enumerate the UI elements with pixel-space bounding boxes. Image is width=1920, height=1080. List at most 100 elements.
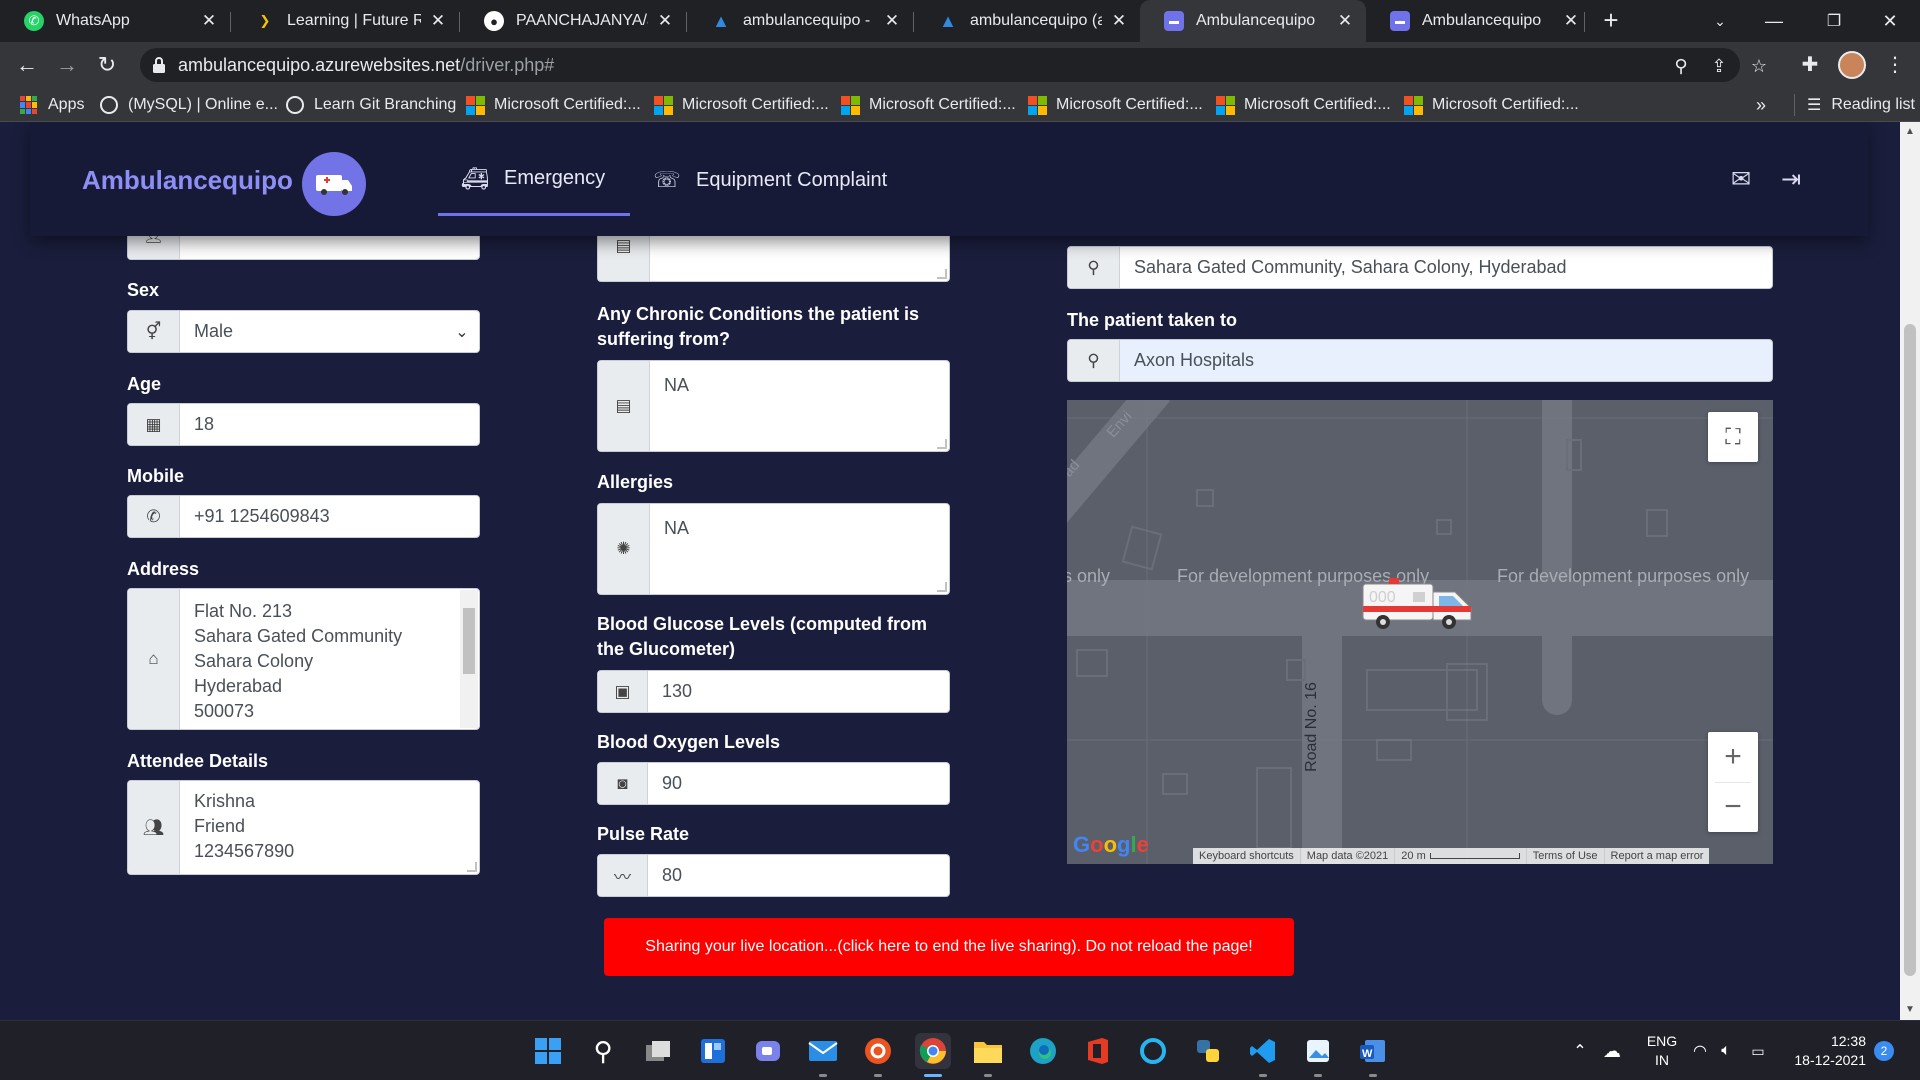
keyboard-shortcuts-link[interactable]: Keyboard shortcuts [1193, 848, 1300, 864]
hospital-field[interactable]: ⚲ Axon Hospitals [1067, 339, 1773, 382]
bookmark-mysql[interactable]: (MySQL) | Online e... [100, 94, 278, 116]
nav-tab-equipment-complaint[interactable]: ☏ Equipment Complaint [652, 144, 887, 216]
vscode-icon[interactable] [1245, 1033, 1281, 1077]
scroll-down-arrow[interactable]: ▼ [1904, 1004, 1916, 1016]
glucose-field[interactable]: ▣ 130 [597, 670, 950, 713]
sex-select[interactable]: ⚥ Male ⌄ [127, 310, 480, 353]
browser-tab-3[interactable]: ▲ ambulancequipo - Mi ✕ [687, 0, 913, 42]
browser-tab-5-active[interactable]: ▬ Ambulancequipo ✕ [1140, 0, 1366, 42]
close-icon[interactable]: ✕ [883, 11, 901, 31]
browser-tab-1[interactable]: ❯ Learning | Future Rea ✕ [231, 0, 459, 42]
language-indicator[interactable]: ENG IN [1640, 1021, 1684, 1080]
chrome-icon[interactable] [915, 1033, 951, 1077]
chronic-conditions-textarea[interactable]: ▤ NA [597, 360, 950, 452]
reading-list-button[interactable]: ☰ Reading list [1794, 94, 1915, 116]
notification-badge[interactable]: 2 [1874, 1041, 1894, 1061]
teams-chat-icon[interactable] [750, 1033, 786, 1069]
page-scrollbar[interactable]: ▲ ▼ [1900, 122, 1920, 1020]
bookmark-ms-cert-1[interactable]: Microsoft Certified:... [466, 94, 641, 116]
tab-search-icon[interactable]: ⌄ [1690, 0, 1750, 42]
search-icon[interactable]: ⚲ [585, 1033, 621, 1069]
pulse-field[interactable]: 〰 80 [597, 854, 950, 897]
minimize-button[interactable]: — [1744, 0, 1804, 42]
map-scale[interactable]: 20 m [1394, 848, 1525, 864]
ambulance-marker-icon[interactable]: 000 [1361, 576, 1475, 632]
photos-icon[interactable] [1300, 1033, 1336, 1077]
close-icon[interactable]: ✕ [1336, 11, 1354, 31]
ubuntu-icon[interactable] [860, 1033, 896, 1077]
scroll-up-arrow[interactable]: ▲ [1904, 126, 1916, 138]
task-view-icon[interactable] [640, 1033, 676, 1069]
windows-start-icon[interactable] [530, 1033, 566, 1069]
nav-tab-emergency[interactable]: 🚑︎ Emergency [438, 144, 630, 216]
oxygen-field[interactable]: ◙ 90 [597, 762, 950, 805]
close-icon[interactable]: ✕ [656, 11, 674, 31]
location-pin-icon[interactable]: ⚲ [1670, 55, 1692, 77]
edge-icon[interactable] [1025, 1033, 1061, 1069]
fullscreen-button[interactable]: ⛶ [1708, 412, 1758, 462]
extensions-icon[interactable]: ✚ [1795, 50, 1825, 80]
wifi-icon[interactable]: ◠ [1688, 1021, 1712, 1080]
clock[interactable]: 12:38 18-12-2021 [1786, 1021, 1866, 1080]
close-icon[interactable]: ✕ [200, 11, 218, 31]
close-icon[interactable]: ✕ [429, 11, 447, 31]
google-logo[interactable]: Google [1073, 832, 1149, 858]
live-location-map[interactable]: s only For development purposes only For… [1067, 400, 1773, 864]
profile-avatar[interactable] [1838, 51, 1866, 79]
clock-date: 18-12-2021 [1794, 1052, 1866, 1068]
address-textarea[interactable]: ⌂ Flat No. 213 Sahara Gated Community Sa… [127, 588, 480, 730]
mobile-field[interactable]: ✆ +91 1254609843 [127, 495, 480, 538]
back-button[interactable]: ← [12, 50, 42, 80]
file-explorer-icon[interactable] [970, 1033, 1006, 1077]
zoom-in-button[interactable]: + [1724, 732, 1742, 782]
close-icon[interactable]: ✕ [1110, 11, 1128, 31]
share-icon[interactable]: ⇪ [1708, 55, 1730, 77]
browser-tab-4[interactable]: ▲ ambulancequipo (am ✕ [914, 0, 1140, 42]
address-bar[interactable]: ambulancequipo.azurewebsites.net/driver.… [140, 48, 1767, 82]
bookmark-ms-cert-4[interactable]: Microsoft Certified:... [1028, 94, 1203, 116]
python-icon[interactable] [1190, 1033, 1226, 1069]
attendee-textarea[interactable]: 👥︎ Krishna Friend 1234567890 [127, 780, 480, 875]
textarea-scrollbar[interactable] [460, 590, 478, 728]
pickup-location-field[interactable]: ⚲ Sahara Gated Community, Sahara Colony,… [1067, 246, 1773, 289]
bookmark-ms-cert-6[interactable]: Microsoft Certified:... [1404, 94, 1579, 116]
bookmark-ms-cert-2[interactable]: Microsoft Certified:... [654, 94, 829, 116]
logout-icon[interactable]: ⇥ [1776, 166, 1806, 196]
browser-tab-6[interactable]: ▬ Ambulancequipo ✕ [1366, 0, 1592, 42]
tray-overflow-icon[interactable]: ⌃ [1568, 1021, 1592, 1080]
forward-button[interactable]: → [52, 50, 82, 80]
bookmark-learn-git[interactable]: Learn Git Branching [286, 94, 456, 116]
new-tab-button[interactable]: + [1598, 7, 1624, 34]
bookmark-ms-cert-3[interactable]: Microsoft Certified:... [841, 94, 1016, 116]
terms-link[interactable]: Terms of Use [1525, 848, 1604, 864]
bookmark-ms-cert-5[interactable]: Microsoft Certified:... [1216, 94, 1391, 116]
mail-icon[interactable]: ✉ [1726, 166, 1756, 196]
mail-icon[interactable] [805, 1033, 841, 1077]
close-icon[interactable]: ✕ [1562, 11, 1580, 31]
end-live-sharing-button[interactable]: Sharing your live location...(click here… [604, 918, 1294, 976]
allergies-textarea[interactable]: ✺ NA [597, 503, 950, 595]
zoom-out-button[interactable]: − [1724, 782, 1742, 832]
bookmark-apps[interactable]: Apps [20, 94, 84, 116]
window-close-button[interactable]: ✕ [1860, 0, 1920, 42]
restore-button[interactable]: ❐ [1804, 0, 1864, 42]
browser-tab-2[interactable]: ● PAANCHAJANYA/amb ✕ [460, 0, 686, 42]
menu-kebab-icon[interactable]: ⋮ [1880, 50, 1910, 80]
word-icon[interactable]: W [1355, 1033, 1391, 1077]
cortana-icon[interactable] [1135, 1033, 1171, 1069]
tab-title: PAANCHAJANYA/amb [516, 12, 648, 29]
onedrive-icon[interactable]: ☁ [1598, 1021, 1626, 1080]
location-pin-icon: ⚲ [1068, 247, 1120, 288]
battery-icon[interactable]: ▭ [1746, 1021, 1770, 1080]
age-field[interactable]: ▦ 18 [127, 403, 480, 446]
report-map-error-link[interactable]: Report a map error [1603, 848, 1710, 864]
bookmark-star-icon[interactable]: ☆ [1748, 55, 1770, 77]
brand-name[interactable]: Ambulancequipo [82, 165, 293, 196]
scroll-thumb[interactable] [1904, 324, 1916, 976]
widgets-icon[interactable] [695, 1033, 731, 1069]
reload-button[interactable]: ↻ [92, 50, 122, 80]
bookmarks-overflow-button[interactable]: » [1756, 94, 1766, 116]
browser-tab-0[interactable]: ✆ WhatsApp ✕ [0, 0, 230, 42]
volume-muted-icon[interactable]: 🔈︎ [1714, 1021, 1738, 1080]
office-icon[interactable] [1080, 1033, 1116, 1069]
